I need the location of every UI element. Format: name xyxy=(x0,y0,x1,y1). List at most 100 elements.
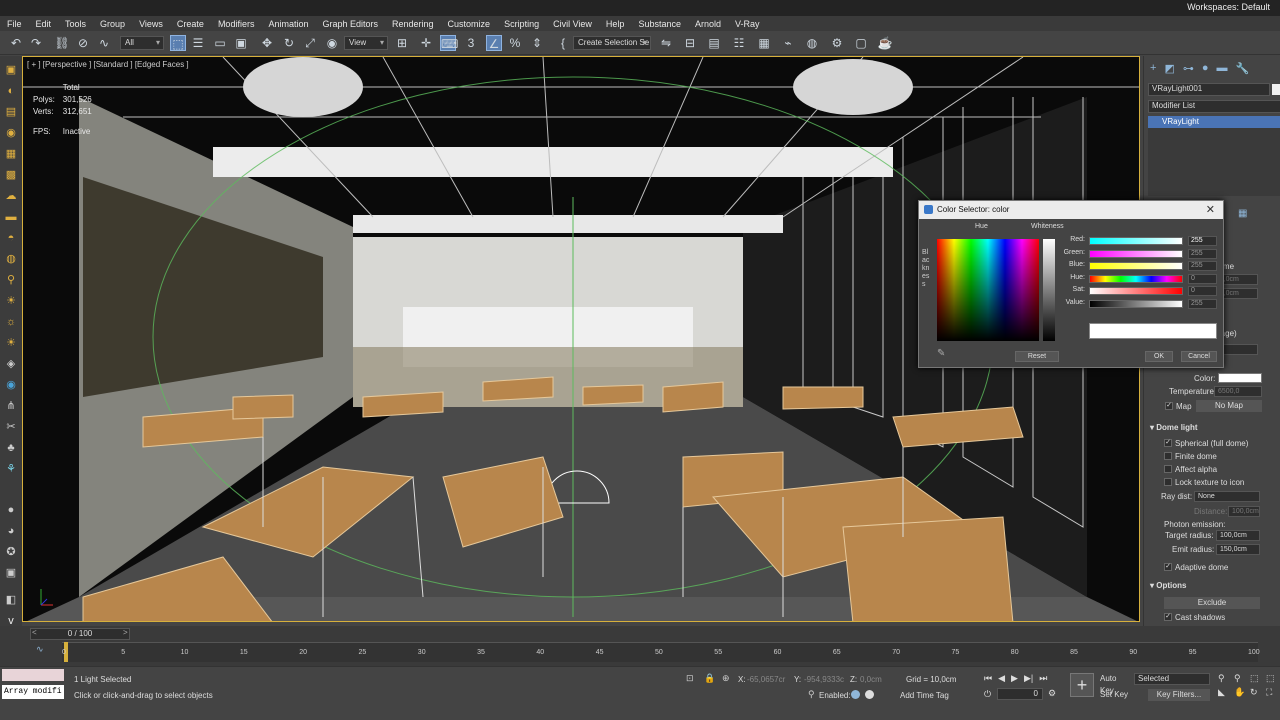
layer-explorer-icon[interactable]: ☷ xyxy=(731,35,747,51)
zoom-icon[interactable]: ⚲ xyxy=(1218,673,1232,684)
affect-alpha-checkbox[interactable] xyxy=(1164,465,1172,473)
vray-material-icon[interactable]: ◕ xyxy=(3,523,19,539)
vray-mesh-export-icon[interactable]: ● xyxy=(3,502,19,518)
mirror-icon[interactable]: ⇋ xyxy=(658,35,674,51)
vray-proxy-icon[interactable]: ▦ xyxy=(3,146,19,162)
time-tag-icon[interactable] xyxy=(865,690,874,699)
modifier-list-dropdown[interactable]: Modifier List xyxy=(1148,100,1280,113)
vray-proxy-icon[interactable]: ◈ xyxy=(3,356,19,372)
no-map-button[interactable]: No Map xyxy=(1196,400,1262,412)
dome-light-rollout-title[interactable]: ▾ Dome light xyxy=(1150,423,1198,432)
display-tab-icon[interactable]: ▬ xyxy=(1217,62,1228,75)
lock-selection-icon[interactable]: 🔒 xyxy=(704,673,715,684)
material-editor-icon[interactable]: ◍ xyxy=(804,35,820,51)
vray-fur-icon[interactable]: ⋔ xyxy=(3,398,19,414)
enabled-toggle[interactable] xyxy=(851,690,860,699)
sat-spinner[interactable]: 0 xyxy=(1188,286,1217,296)
whiteness-slider[interactable] xyxy=(1043,239,1055,341)
orbit-icon[interactable]: ↻ xyxy=(1250,687,1264,698)
time-slider-prev-icon[interactable]: < xyxy=(32,628,37,637)
menu-tools[interactable]: Tools xyxy=(58,19,93,29)
vray-camera-icon[interactable]: ◉ xyxy=(3,125,19,141)
reference-coordinate-dropdown[interactable]: View xyxy=(344,36,388,50)
menu-create[interactable]: Create xyxy=(170,19,211,29)
rectangular-selection-icon[interactable]: ▭ xyxy=(212,35,228,51)
redo-icon[interactable]: ↷ xyxy=(28,35,44,51)
finite-dome-checkbox[interactable] xyxy=(1164,452,1172,460)
menu-edit[interactable]: Edit xyxy=(29,19,59,29)
select-manipulate-icon[interactable]: ✛ xyxy=(418,35,434,51)
vray-frame-buffer-icon[interactable]: ▤ xyxy=(3,104,19,120)
hue-blackness-picker[interactable] xyxy=(937,239,1039,341)
vray-camera-icon[interactable]: ▩ xyxy=(3,167,19,183)
maximize-viewport-icon[interactable]: ⛶ xyxy=(1266,687,1280,698)
lock-texture-checkbox[interactable] xyxy=(1164,478,1172,486)
vray-dome-icon[interactable]: ☁ xyxy=(3,188,19,204)
emit-radius-field[interactable]: 150,0cm xyxy=(1216,544,1260,555)
snaps-toggle-icon[interactable]: 3 xyxy=(463,35,479,51)
vray-plane-light-icon[interactable]: ▬ xyxy=(3,209,19,225)
percent-snap-icon[interactable]: % xyxy=(507,35,523,51)
close-icon[interactable]: ✕ xyxy=(1206,201,1215,219)
set-key-button[interactable]: Set Key xyxy=(1100,689,1130,701)
red-slider[interactable] xyxy=(1089,237,1183,245)
vray-grass-icon[interactable]: ♣ xyxy=(3,440,19,456)
maxscript-input[interactable]: Array modifi xyxy=(2,685,64,699)
link-icon[interactable]: ⛓ xyxy=(54,35,70,51)
menu-group[interactable]: Group xyxy=(93,19,132,29)
next-frame-icon[interactable]: ▶| xyxy=(1024,673,1033,684)
scale-icon[interactable]: ⤢ xyxy=(302,35,318,51)
key-filters-button[interactable]: Key Filters... xyxy=(1148,689,1210,701)
field-of-view-icon[interactable]: ◣ xyxy=(1218,687,1232,698)
vray-ambient-light-icon[interactable]: ☼ xyxy=(3,314,19,330)
align-icon[interactable]: ⊟ xyxy=(682,35,698,51)
render-setup-icon[interactable]: ⚙ xyxy=(829,35,845,51)
go-to-end-icon[interactable]: ⏭ xyxy=(1039,673,1047,684)
ray-dist-dropdown[interactable]: None xyxy=(1194,491,1260,502)
rendered-frame-window-icon[interactable]: ▢ xyxy=(853,35,869,51)
value-slider[interactable] xyxy=(1089,299,1183,308)
modify-tab-icon[interactable]: ◩ xyxy=(1164,62,1174,75)
viewport-label[interactable]: [ + ] [Perspective ] [Standard ] [Edged … xyxy=(27,60,189,69)
menu-civil-view[interactable]: Civil View xyxy=(546,19,599,29)
maxscript-listener-top[interactable] xyxy=(2,669,64,681)
configure-modifier-sets-icon[interactable]: ▦ xyxy=(1238,208,1247,219)
toggle-ribbon-icon[interactable]: ▦ xyxy=(756,35,772,51)
previous-frame-icon[interactable]: ◀ xyxy=(998,673,1005,684)
light-color-swatch[interactable] xyxy=(1218,373,1262,383)
time-slider[interactable]: 0 / 100 xyxy=(30,628,130,640)
key-selection-dropdown[interactable]: Selected xyxy=(1134,673,1210,685)
blue-spinner[interactable]: 255 xyxy=(1188,261,1217,271)
window-crossing-icon[interactable]: ▣ xyxy=(233,35,249,51)
vray-sphere-icon[interactable]: ◉ xyxy=(3,377,19,393)
temperature-field[interactable]: 6500,0 xyxy=(1214,386,1262,397)
menu-help[interactable]: Help xyxy=(599,19,632,29)
create-tab-icon[interactable]: + xyxy=(1150,62,1156,75)
vray-sphere-light-icon[interactable]: ◍ xyxy=(3,251,19,267)
angle-snap-icon[interactable]: ∠ xyxy=(486,35,502,51)
value-spinner[interactable]: 255 xyxy=(1188,298,1217,309)
menu-substance[interactable]: Substance xyxy=(631,19,688,29)
object-name-field[interactable]: VRayLight001 xyxy=(1148,83,1270,96)
absolute-mode-icon[interactable]: ⊕ xyxy=(722,673,730,684)
menu-file[interactable]: File xyxy=(0,19,29,29)
vray-dome-light-icon[interactable]: ◓ xyxy=(3,230,19,246)
play-icon[interactable]: ▶ xyxy=(1011,673,1018,684)
auto-key-button[interactable]: Auto Key xyxy=(1100,673,1130,695)
menu-arnold[interactable]: Arnold xyxy=(688,19,728,29)
modifier-stack-item[interactable]: VRayLight xyxy=(1148,116,1280,128)
curve-editor-icon[interactable]: ⌁ xyxy=(780,35,796,51)
vray-render-icon[interactable]: ▣ xyxy=(3,62,19,78)
vray-fur-icon[interactable]: ⚘ xyxy=(3,461,19,477)
vray-vrscene-icon[interactable]: ▣ xyxy=(3,565,19,581)
vray-light-icon[interactable]: ◐ xyxy=(3,83,19,99)
go-to-start-icon[interactable]: ⏮ xyxy=(984,673,992,684)
exclude-button[interactable]: Exclude xyxy=(1164,597,1260,609)
options-rollout-title[interactable]: ▾ Options xyxy=(1150,581,1186,590)
bind-space-warp-icon[interactable]: ∿ xyxy=(96,35,112,51)
distance-field[interactable]: 100,0cm xyxy=(1228,506,1260,517)
target-radius-field[interactable]: 100,0cm xyxy=(1216,530,1260,541)
menu-customize[interactable]: Customize xyxy=(441,19,498,29)
map-checkbox[interactable]: ✓ xyxy=(1165,402,1173,410)
green-slider[interactable] xyxy=(1089,249,1183,258)
